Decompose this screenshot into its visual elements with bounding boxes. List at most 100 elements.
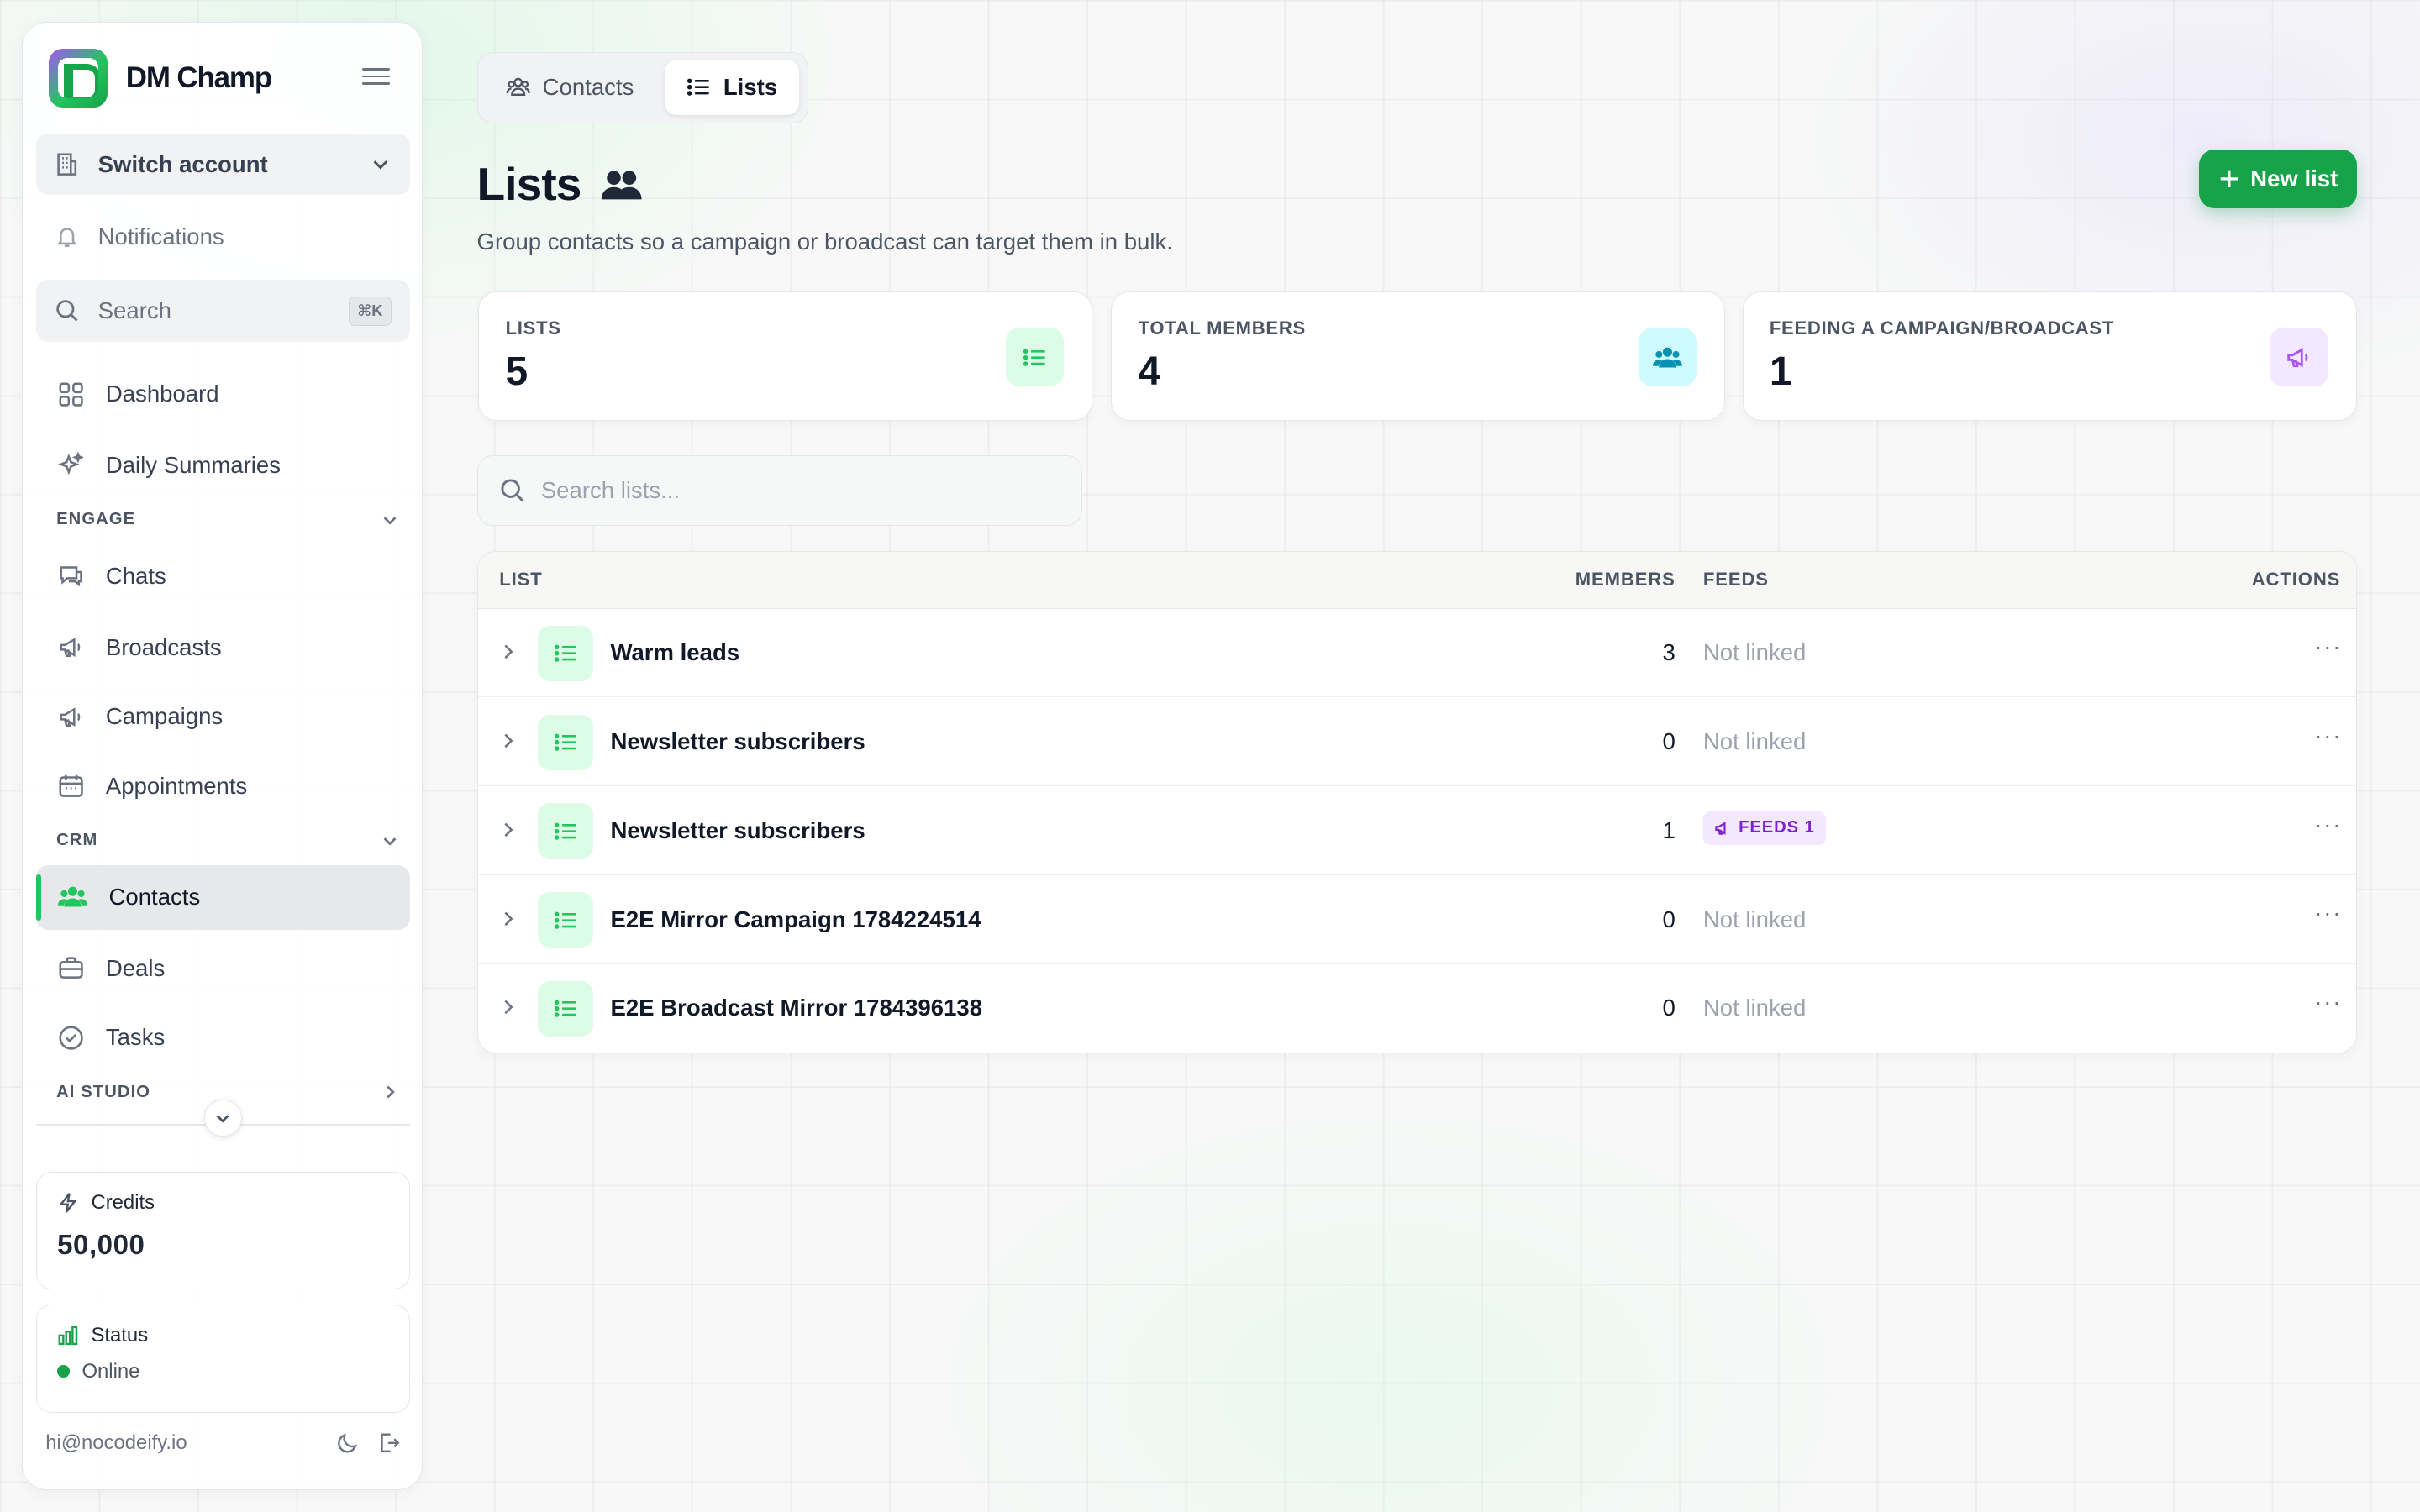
list-icon bbox=[538, 980, 594, 1037]
row-actions-button[interactable]: ··· bbox=[2314, 633, 2342, 660]
search-icon bbox=[56, 300, 78, 323]
megaphone-icon bbox=[60, 706, 81, 727]
search-label: Search bbox=[97, 297, 171, 324]
page-subtitle: Group contacts so a campaign or broadcas… bbox=[476, 228, 1173, 255]
calendar-icon bbox=[59, 775, 83, 798]
switch-account-label: Switch account bbox=[97, 150, 268, 177]
credits-card: Credits 50,000 bbox=[36, 1172, 410, 1289]
table-row[interactable]: Newsletter subscribers 1 FEEDS 1 ··· bbox=[477, 786, 2356, 875]
list-name[interactable]: Newsletter subscribers bbox=[610, 728, 865, 755]
list-name[interactable]: E2E Broadcast Mirror 1784396138 bbox=[610, 995, 982, 1021]
column-header-feeds: FEEDS bbox=[1702, 568, 1769, 590]
stat-label: FEEDING A CAMPAIGN/BROADCAST bbox=[1769, 317, 2115, 339]
megaphone-icon bbox=[2269, 328, 2328, 387]
sidebar-item-daily-summaries[interactable]: Daily Summaries bbox=[36, 433, 409, 497]
row-actions-button[interactable]: ··· bbox=[2314, 811, 2342, 838]
chevron-down-icon bbox=[383, 837, 397, 846]
megaphone-icon bbox=[1715, 821, 1726, 835]
notifications-item[interactable]: Notifications bbox=[36, 206, 409, 267]
feeds-badge[interactable]: FEEDS 1 bbox=[1702, 811, 1826, 845]
tab-contacts[interactable]: Contacts bbox=[484, 60, 655, 115]
tab-lists[interactable]: Lists bbox=[665, 59, 799, 115]
table-row[interactable]: Newsletter subscribers 0 Not linked ··· bbox=[477, 697, 2356, 787]
list-members: 3 bbox=[1662, 639, 1676, 666]
megaphone-icon bbox=[60, 638, 81, 657]
table-row[interactable]: Warm leads 3 Not linked ··· bbox=[477, 609, 2356, 698]
list-name[interactable]: E2E Mirror Campaign 1784224514 bbox=[610, 906, 981, 933]
chevron-right-icon[interactable] bbox=[499, 641, 518, 663]
sidebar-item-dashboard[interactable]: Dashboard bbox=[36, 362, 409, 427]
scroll-down-button[interactable] bbox=[204, 1099, 242, 1137]
stat-value: 4 bbox=[1138, 349, 1161, 394]
logout-icon[interactable] bbox=[377, 1431, 401, 1455]
status-value: Online bbox=[82, 1359, 140, 1383]
sidebar-item-label: Broadcasts bbox=[105, 633, 222, 660]
chevron-right-icon[interactable] bbox=[499, 908, 518, 930]
sidebar-item-appointments[interactable]: Appointments bbox=[36, 753, 409, 818]
list-name[interactable]: Newsletter subscribers bbox=[610, 817, 865, 844]
sidebar-item-tasks[interactable]: Tasks bbox=[36, 1005, 409, 1070]
chevron-down-icon bbox=[383, 516, 397, 525]
chevron-right-icon[interactable] bbox=[499, 996, 518, 1018]
sidebar-search[interactable]: Search ⌘K bbox=[36, 280, 410, 342]
users-icon bbox=[1638, 328, 1697, 387]
switch-account-button[interactable]: Switch account bbox=[36, 133, 410, 196]
grid-icon bbox=[59, 382, 83, 407]
status-label: Status bbox=[91, 1324, 149, 1347]
sidebar-item-broadcasts[interactable]: Broadcasts bbox=[36, 615, 409, 680]
tab-label: Lists bbox=[723, 73, 778, 100]
stat-card-feeding: FEEDING A CAMPAIGN/BROADCAST 1 bbox=[1742, 291, 2357, 422]
sidebar-item-label: Appointments bbox=[105, 772, 248, 799]
section-engage[interactable]: ENGAGE bbox=[56, 510, 399, 529]
chevron-down-icon bbox=[217, 1115, 229, 1123]
tab-label: Contacts bbox=[542, 73, 634, 100]
check-circle-icon bbox=[59, 1026, 83, 1050]
search-lists-input[interactable] bbox=[540, 477, 1035, 505]
chat-icon bbox=[60, 566, 82, 587]
row-actions-button[interactable]: ··· bbox=[2314, 900, 2342, 927]
chevron-right-icon[interactable] bbox=[499, 819, 518, 841]
notifications-label: Notifications bbox=[97, 223, 224, 249]
search-shortcut: ⌘K bbox=[349, 296, 392, 326]
view-tabs: Contacts Lists bbox=[476, 52, 809, 123]
column-header-actions: ACTIONS bbox=[2251, 568, 2341, 590]
moon-icon[interactable] bbox=[336, 1431, 360, 1455]
chevron-right-icon[interactable] bbox=[499, 730, 518, 752]
sidebar-item-label: Dashboard bbox=[105, 381, 219, 407]
brand[interactable]: DM Champ bbox=[48, 48, 272, 108]
row-actions-button[interactable]: ··· bbox=[2314, 722, 2342, 749]
page-title: Lists bbox=[476, 158, 582, 211]
sidebar-item-chats[interactable]: Chats bbox=[36, 544, 409, 609]
page-header: Lists bbox=[477, 157, 643, 211]
new-list-button[interactable]: New list bbox=[2199, 150, 2357, 208]
list-name[interactable]: Warm leads bbox=[610, 639, 739, 666]
list-feeds: Not linked bbox=[1702, 728, 1807, 755]
sidebar-item-label: Deals bbox=[105, 954, 166, 981]
row-actions-button[interactable]: ··· bbox=[2314, 989, 2342, 1016]
list-feeds: Not linked bbox=[1702, 639, 1807, 666]
list-members: 1 bbox=[1662, 816, 1676, 843]
sidebar-item-campaigns[interactable]: Campaigns bbox=[36, 685, 409, 749]
table-row[interactable]: E2E Broadcast Mirror 1784396138 0 Not li… bbox=[478, 964, 2356, 1053]
section-label: ENGAGE bbox=[56, 510, 136, 529]
search-lists-field[interactable] bbox=[476, 454, 1082, 527]
sidebar-item-deals[interactable]: Deals bbox=[36, 936, 409, 1000]
hamburger-menu-icon[interactable] bbox=[361, 62, 390, 90]
stat-value: 5 bbox=[505, 349, 529, 394]
section-crm[interactable]: CRM bbox=[56, 831, 399, 850]
section-ai-studio[interactable]: AI STUDIO bbox=[56, 1083, 399, 1102]
status-card: Status Online bbox=[36, 1305, 410, 1413]
sidebar-item-contacts[interactable]: Contacts bbox=[36, 864, 410, 930]
table-row[interactable]: E2E Mirror Campaign 1784224514 0 Not lin… bbox=[477, 875, 2356, 964]
credits-label: Credits bbox=[91, 1191, 155, 1215]
list-feeds: Not linked bbox=[1702, 906, 1807, 932]
list-icon bbox=[538, 714, 594, 770]
brand-name: DM Champ bbox=[125, 60, 272, 94]
chevron-right-icon bbox=[387, 1085, 395, 1099]
list-icon bbox=[1005, 328, 1065, 387]
stat-card-lists: LISTS 5 bbox=[478, 291, 1093, 422]
logo bbox=[48, 48, 108, 108]
sparkles-icon bbox=[58, 452, 84, 475]
list-icon bbox=[538, 803, 594, 859]
list-icon bbox=[538, 625, 594, 681]
